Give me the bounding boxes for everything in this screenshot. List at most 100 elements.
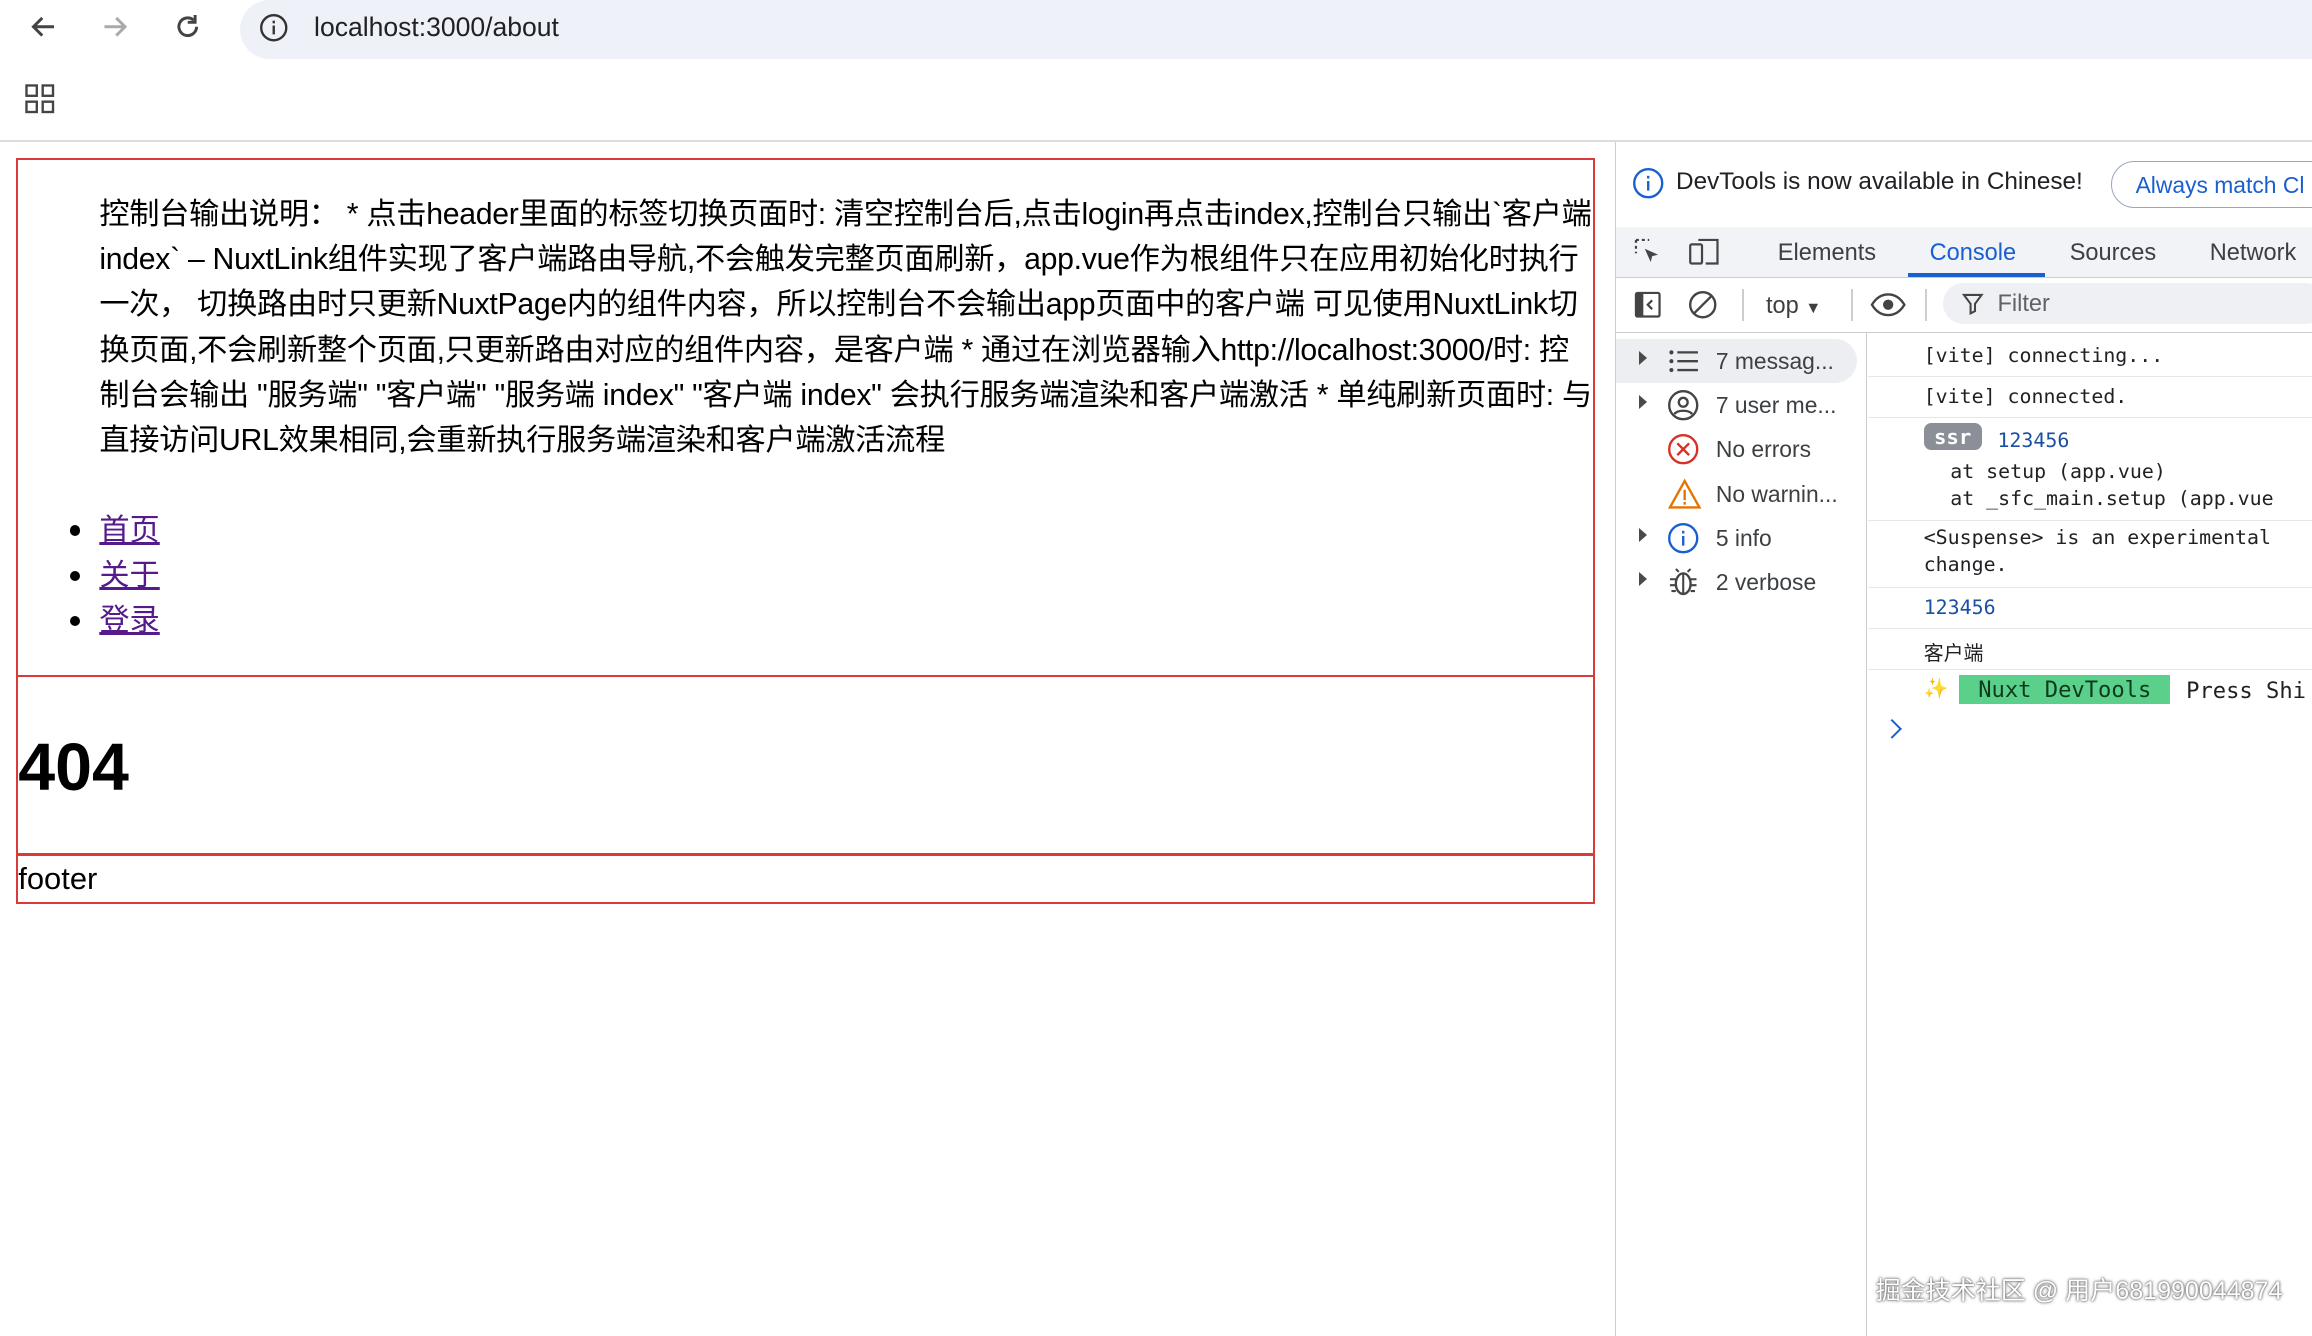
devtools-tabbar: Elements Console Sources Network (1615, 227, 2312, 279)
tab-network[interactable]: Network (2210, 239, 2296, 266)
console-message: <Suspense> is an experimental change. (1867, 520, 2312, 588)
warning-icon (1668, 478, 1702, 509)
filter-funnel-icon (1961, 293, 1984, 315)
console-message-nuxt: ✨ Nuxt DevTools Press Shi (1868, 669, 2312, 713)
header-section: 控制台输出说明： * 点击header里面的标签切换页面时: 清空控制台后,点击… (16, 157, 1596, 677)
forward-arrow-icon (104, 16, 128, 37)
console-output-description: 控制台输出说明： * 点击header里面的标签切换页面时: 清空控制台后,点击… (99, 198, 1592, 457)
sidebar-item-label: 2 verbose (1715, 569, 1817, 596)
device-toolbar-icon[interactable] (1688, 237, 1720, 266)
expand-arrow-icon[interactable] (1639, 350, 1648, 365)
toolbar-divider (1925, 288, 1927, 322)
nav-item-login: 登录 (69, 598, 160, 643)
back-arrow-icon (31, 16, 55, 37)
context-label: top (1765, 291, 1799, 318)
context-selector[interactable]: top ▼ (1766, 292, 1821, 319)
banner-text: DevTools is now available in Chinese! (1676, 168, 2083, 196)
sidebar-item-verbose[interactable]: 2 verbose (1616, 560, 1858, 604)
console-message: [vite] connecting... (1867, 333, 2312, 377)
nav-list: 首页 关于 登录 (69, 508, 160, 643)
message-text: <Suspense> is an experimental (1923, 526, 2271, 550)
reload-button[interactable] (165, 6, 209, 47)
sidebar-item-label: 7 messag... (1715, 347, 1834, 374)
tab-elements[interactable]: Elements (1778, 239, 1876, 266)
filter-input[interactable]: Filter (1942, 283, 2312, 325)
sidebar-item-label: 5 info (1715, 524, 1772, 551)
nav-link-about[interactable]: 关于 (99, 559, 159, 592)
stack-line[interactable]: at setup (app.vue) (1950, 460, 2166, 483)
watermark: 掘金技术社区 @ 用户681990044874 (1875, 1277, 2283, 1306)
footer-text: footer (18, 861, 98, 897)
console-toolbar: top ▼ Filter (1615, 278, 2312, 333)
site-info-icon[interactable] (259, 13, 288, 42)
expand-arrow-icon[interactable] (1639, 527, 1648, 542)
message-text: [vite] connected. (1923, 384, 2128, 408)
toolbar-divider (1742, 288, 1744, 322)
sidebar-item-label: No warnin... (1715, 480, 1838, 507)
always-match-button[interactable]: Always match Cl (2110, 160, 2312, 208)
footer-section: footer (16, 853, 1596, 904)
list-icon (1669, 350, 1699, 373)
apps-grid-icon[interactable] (25, 84, 55, 114)
toolbar-divider (1851, 288, 1853, 322)
language-banner: DevTools is now available in Chinese! Al… (1616, 142, 2312, 228)
bullet (69, 525, 81, 536)
not-found-heading: 404 (18, 731, 129, 806)
filter-placeholder: Filter (1997, 290, 2050, 317)
sidebar-item-messages[interactable]: 7 messag... (1615, 339, 1858, 384)
sidebar-item-info[interactable]: 5 info (1616, 516, 1858, 560)
sidebar-item-label: 7 user me... (1715, 392, 1837, 419)
sidebar-toggle-icon[interactable] (1633, 290, 1662, 319)
address-bar[interactable]: localhost:3000/about (240, 0, 2312, 59)
message-text: change. (1923, 552, 2008, 576)
sidebar-item-label: No errors (1715, 436, 1812, 463)
nav-item-about: 关于 (69, 553, 160, 598)
message-value: 123456 (1923, 595, 1996, 619)
bug-icon (1670, 568, 1697, 596)
active-tab-indicator (1907, 272, 2045, 278)
back-button[interactable] (22, 6, 66, 47)
console-message: 客户端 (1867, 628, 2312, 671)
nav-link-home[interactable]: 首页 (99, 514, 159, 547)
browser-toolbar: localhost:3000/about (0, 0, 2312, 59)
expand-arrow-icon[interactable] (1639, 572, 1648, 587)
nav-item-home: 首页 (69, 508, 160, 553)
sparkles-icon: ✨ (1923, 676, 1949, 700)
nav-link-login[interactable]: 登录 (99, 604, 159, 637)
tab-console[interactable]: Console (1930, 239, 2017, 266)
ssr-badge: ssr (1923, 423, 1982, 451)
info-icon (1668, 522, 1699, 554)
sidebar-item-warnings[interactable]: No warnin... (1616, 472, 1858, 516)
message-text: [vite] connecting... (1923, 343, 2164, 367)
inspect-element-icon[interactable] (1633, 237, 1662, 266)
console-message-ssr: ssr 123456 at setup (app.vue) at _sfc_ma… (1867, 417, 2312, 522)
console-sidebar: 7 messag... 7 user me... No errors No wa… (1615, 333, 1868, 1336)
console-message: [vite] connected. (1867, 376, 2312, 419)
main-section: 404 (16, 675, 1596, 856)
error-icon (1668, 434, 1699, 465)
bullet (69, 615, 81, 626)
nuxt-devtools-badge: Nuxt DevTools (1959, 675, 2171, 705)
live-expression-eye-icon[interactable] (1869, 290, 1907, 319)
console-message: 123456 (1867, 587, 2312, 630)
ssr-value-link[interactable]: 123456 (1997, 429, 2069, 452)
console-prompt-caret-icon[interactable] (1882, 719, 1903, 740)
message-text: 客户端 (1923, 641, 1984, 665)
url-text: localhost:3000/about (314, 11, 559, 42)
sidebar-item-errors[interactable]: No errors (1616, 428, 1858, 472)
bullet (69, 570, 81, 581)
user-icon (1668, 390, 1699, 421)
dropdown-caret-icon: ▼ (1805, 298, 1822, 317)
expand-arrow-icon[interactable] (1639, 395, 1648, 410)
bookmarks-bar (0, 71, 2312, 136)
reload-icon (177, 14, 198, 37)
info-icon (1632, 167, 1664, 199)
forward-button[interactable] (93, 6, 137, 47)
console-output: [vite] connecting... [vite] connected. s… (1867, 333, 2312, 1336)
stack-line[interactable]: at _sfc_main.setup (app.vue (1950, 487, 2273, 510)
clear-console-icon[interactable] (1688, 290, 1717, 319)
page-viewport: 控制台输出说明： * 点击header里面的标签切换页面时: 清空控制台后,点击… (0, 141, 1615, 1336)
message-text: Press Shi (2186, 678, 2306, 705)
sidebar-item-user-messages[interactable]: 7 user me... (1616, 383, 1858, 427)
tab-sources[interactable]: Sources (2070, 239, 2157, 266)
